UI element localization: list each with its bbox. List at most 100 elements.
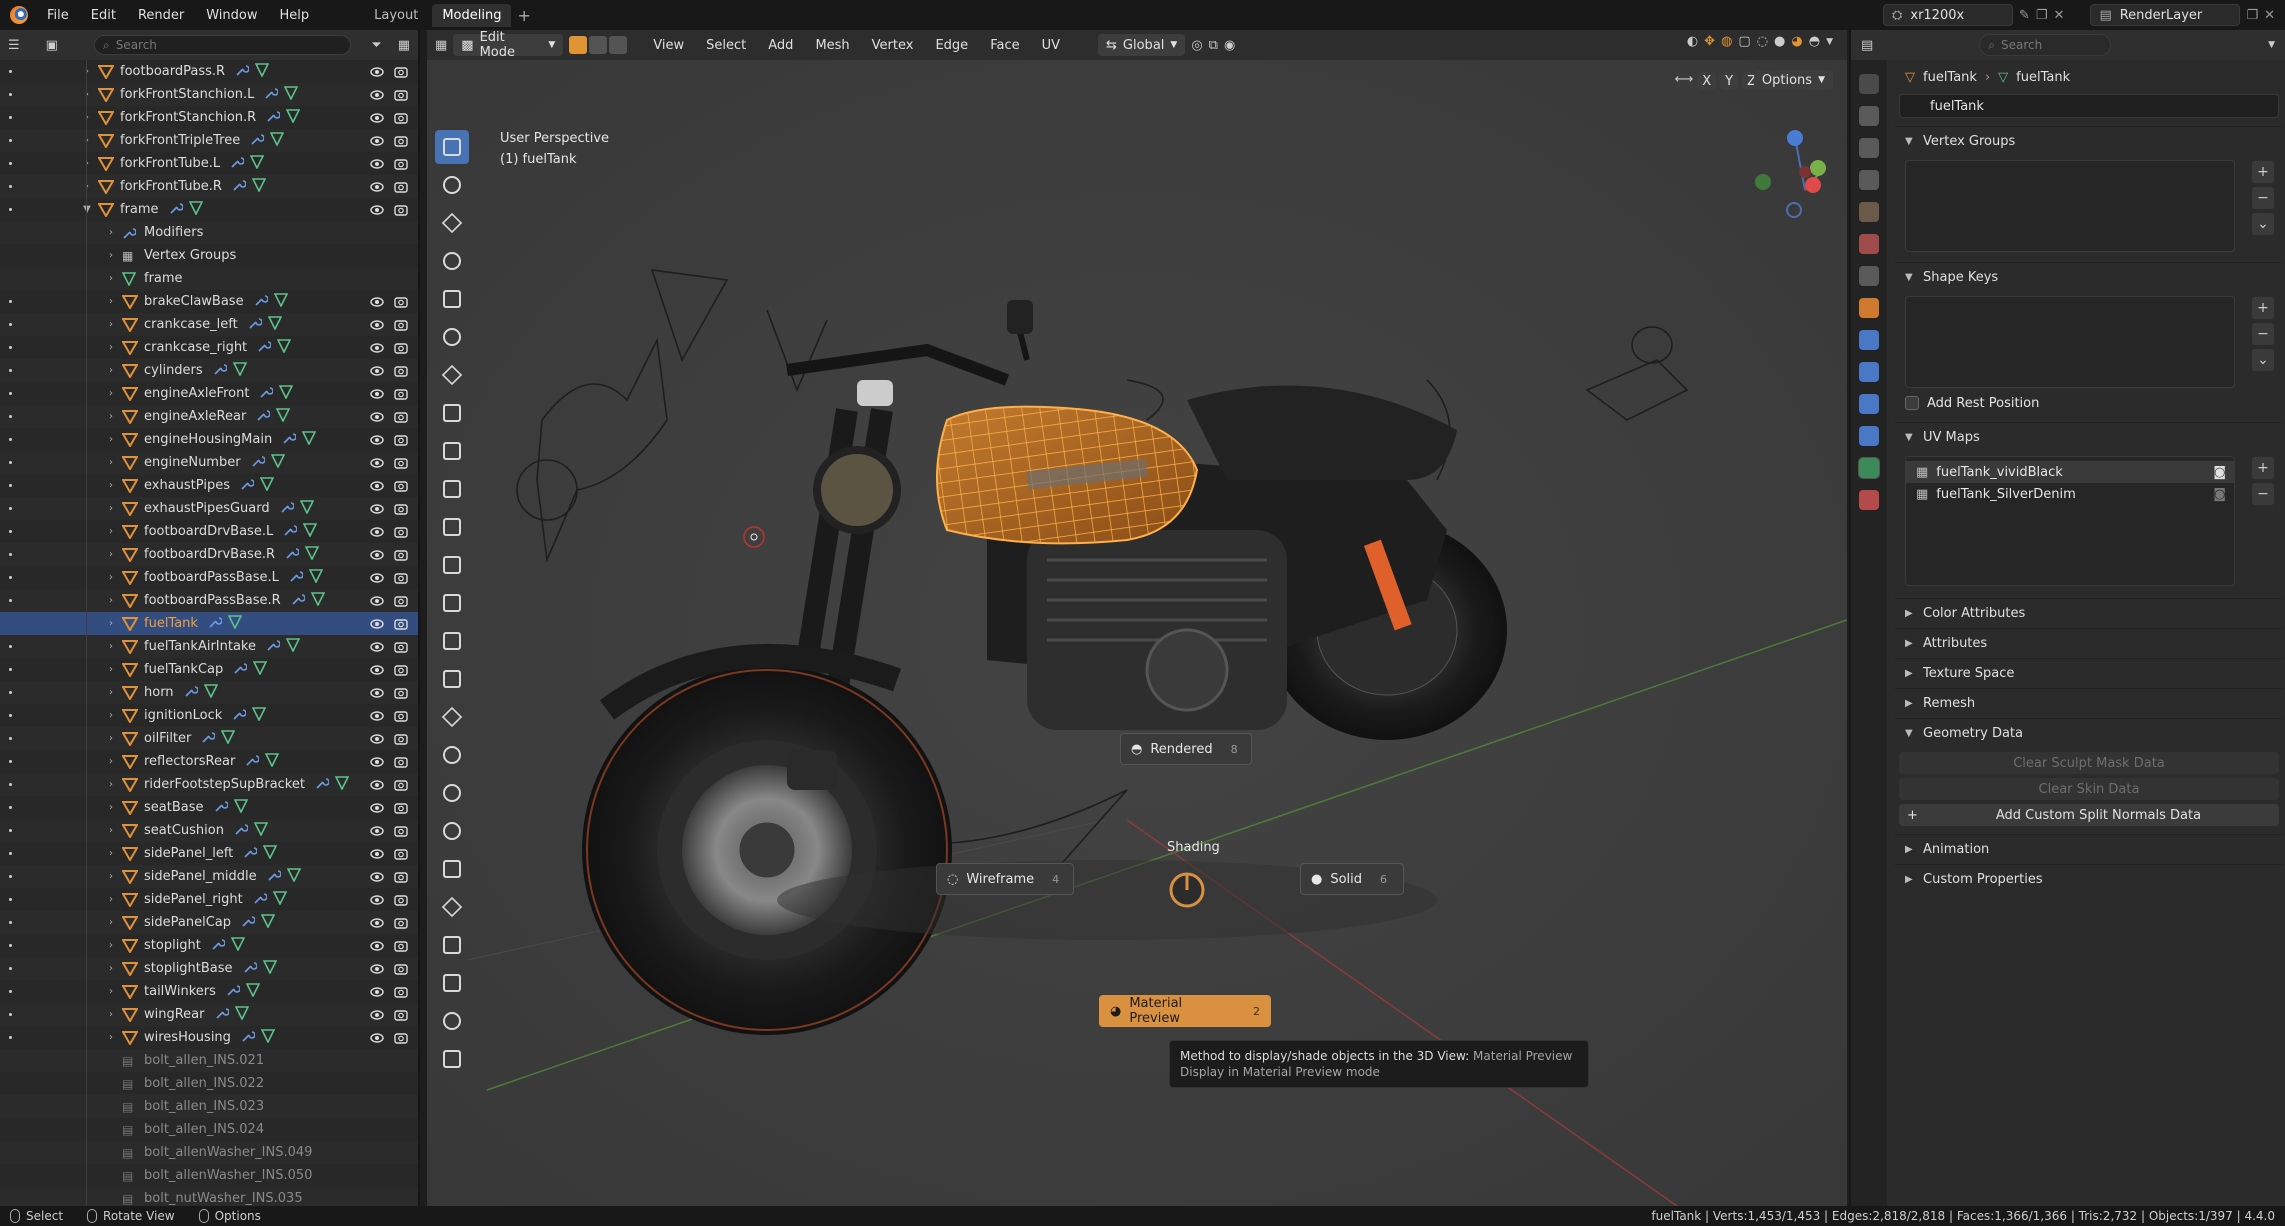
- custom-properties-header[interactable]: ▶ Custom Properties: [1895, 864, 2283, 894]
- remove-icon[interactable]: −: [2252, 323, 2274, 345]
- constraints-tab-icon[interactable]: [1859, 426, 1879, 446]
- chevron-right-icon[interactable]: ›: [104, 963, 118, 974]
- shading-solid-icon[interactable]: ●: [1774, 34, 1785, 49]
- menu-face[interactable]: Face: [982, 38, 1027, 53]
- vertex-groups-list[interactable]: + − ⌄: [1905, 160, 2274, 252]
- physics-tab-icon[interactable]: [1859, 394, 1879, 414]
- camera-icon[interactable]: [394, 985, 408, 999]
- mesh-data-icon[interactable]: [276, 407, 291, 426]
- modifier-icon[interactable]: [259, 385, 275, 403]
- modifier-icon[interactable]: [251, 454, 266, 472]
- mesh-data-icon[interactable]: [284, 85, 299, 104]
- outliner-row[interactable]: › fuelTankAirIntake: [0, 635, 418, 658]
- bevel-tool[interactable]: [435, 548, 469, 582]
- modifier-icon[interactable]: [291, 592, 306, 610]
- modifier-icon[interactable]: [214, 799, 229, 817]
- modifier-icon[interactable]: [257, 339, 272, 357]
- chevron-right-icon[interactable]: ›: [104, 365, 118, 376]
- menu-add[interactable]: Add: [760, 38, 801, 53]
- chevron-right-icon[interactable]: ›: [104, 526, 118, 537]
- outliner-row[interactable]: › footboardPass.R: [0, 60, 418, 83]
- chevron-right-icon[interactable]: ›: [80, 112, 94, 123]
- mesh-data-icon[interactable]: [253, 821, 269, 840]
- chevron-right-icon[interactable]: ›: [104, 388, 118, 399]
- poly-build-tool[interactable]: [435, 662, 469, 696]
- mesh-data-icon[interactable]: [262, 959, 277, 978]
- mesh-data-icon[interactable]: [276, 338, 292, 357]
- scale-tool[interactable]: [435, 282, 469, 316]
- outliner-row[interactable]: ▤ bolt_nutWasher_INS.035: [0, 1187, 418, 1206]
- eye-icon[interactable]: [370, 801, 384, 815]
- outliner-row[interactable]: › Modifiers: [0, 221, 418, 244]
- display-mode-icon[interactable]: ▣: [46, 38, 58, 53]
- chevron-right-icon[interactable]: ›: [104, 273, 118, 284]
- mirror-x-toggle[interactable]: X: [1697, 72, 1717, 90]
- outliner-row[interactable]: › seatCushion: [0, 819, 418, 842]
- outliner-row[interactable]: › sidePanelCap: [0, 911, 418, 934]
- mesh-data-icon[interactable]: [310, 591, 326, 610]
- eye-icon[interactable]: [370, 824, 384, 838]
- outliner-row[interactable]: › crankcase_right: [0, 336, 418, 359]
- chevron-right-icon[interactable]: ›: [104, 664, 118, 675]
- camera-icon[interactable]: [394, 157, 408, 171]
- eye-icon[interactable]: [370, 111, 384, 125]
- outliner-row[interactable]: › frame: [0, 267, 418, 290]
- mesh-data-icon[interactable]: [272, 890, 288, 909]
- outliner-row[interactable]: › wiresHousing: [0, 1026, 418, 1049]
- eye-icon[interactable]: [370, 640, 384, 654]
- gizmo-icon[interactable]: ✥: [1704, 34, 1715, 49]
- camera-icon[interactable]: [394, 456, 408, 470]
- geometry-data-header[interactable]: ▼ Geometry Data: [1895, 718, 2283, 748]
- add-cube-tool[interactable]: [435, 434, 469, 468]
- select-box-tool[interactable]: [435, 130, 469, 164]
- modifier-icon[interactable]: [256, 408, 272, 426]
- uv-map-item[interactable]: ▦ fuelTank_SilverDenim ◙: [1906, 483, 2234, 505]
- chevron-down-icon[interactable]: ▼: [80, 204, 94, 215]
- eye-icon[interactable]: [370, 65, 384, 79]
- chevron-right-icon[interactable]: ›: [104, 1009, 118, 1020]
- chevron-right-icon[interactable]: ›: [80, 135, 94, 146]
- chevron-down-icon[interactable]: ▼: [1826, 37, 1833, 47]
- chevron-right-icon[interactable]: ›: [104, 940, 118, 951]
- remove-icon[interactable]: −: [2252, 187, 2274, 209]
- chevron-right-icon[interactable]: ›: [104, 434, 118, 445]
- camera-icon[interactable]: [394, 640, 408, 654]
- eye-icon[interactable]: [370, 732, 384, 746]
- modifier-icon[interactable]: [253, 891, 268, 909]
- camera-icon[interactable]: [394, 801, 408, 815]
- chevron-right-icon[interactable]: ›: [104, 480, 118, 491]
- visibility-icon[interactable]: ◐: [1687, 34, 1698, 49]
- menu-render[interactable]: Render: [127, 8, 195, 23]
- camera-icon[interactable]: [394, 502, 408, 516]
- eye-icon[interactable]: [370, 1008, 384, 1022]
- tab-modeling[interactable]: Modeling: [432, 3, 512, 27]
- uv-maps-header[interactable]: ▼ UV Maps: [1895, 422, 2283, 452]
- outliner-row[interactable]: › oilFilter: [0, 727, 418, 750]
- chevron-right-icon[interactable]: ›: [104, 296, 118, 307]
- pie-solid-button[interactable]: ● Solid 6: [1300, 863, 1404, 895]
- proportional-edit-icon[interactable]: ◉: [1224, 38, 1235, 53]
- outliner-row[interactable]: › footboardDrvBase.L: [0, 520, 418, 543]
- delete-view-layer-icon[interactable]: ✕: [2264, 8, 2275, 23]
- mesh-data-icon[interactable]: [334, 775, 350, 794]
- delete-scene-icon[interactable]: ✕: [2054, 8, 2065, 23]
- outliner-row[interactable]: › sidePanel_left: [0, 842, 418, 865]
- overlay-icon[interactable]: ◍: [1721, 34, 1732, 49]
- particles-tab-icon[interactable]: [1859, 362, 1879, 382]
- blender-logo-icon[interactable]: [10, 6, 28, 24]
- modifier-icon[interactable]: [184, 684, 199, 702]
- outliner-row[interactable]: › wingRear: [0, 1003, 418, 1026]
- output-tab-icon[interactable]: [1859, 138, 1879, 158]
- mesh-data-icon[interactable]: [232, 361, 247, 380]
- pie-rendered-button[interactable]: ◓ Rendered 8: [1120, 733, 1252, 765]
- mesh-data-icon[interactable]: [286, 867, 301, 886]
- modifier-icon[interactable]: [280, 500, 295, 518]
- chevron-right-icon[interactable]: ›: [104, 342, 118, 353]
- camera-icon[interactable]: [394, 755, 408, 769]
- modifier-icon[interactable]: [250, 132, 265, 150]
- modifier-icon[interactable]: [241, 1029, 256, 1047]
- eye-icon[interactable]: [370, 456, 384, 470]
- outliner-row[interactable]: › forkFrontStanchion.L: [0, 83, 418, 106]
- camera-icon[interactable]: [394, 387, 408, 401]
- add-custom-split-normals-button[interactable]: + Add Custom Split Normals Data: [1899, 804, 2279, 826]
